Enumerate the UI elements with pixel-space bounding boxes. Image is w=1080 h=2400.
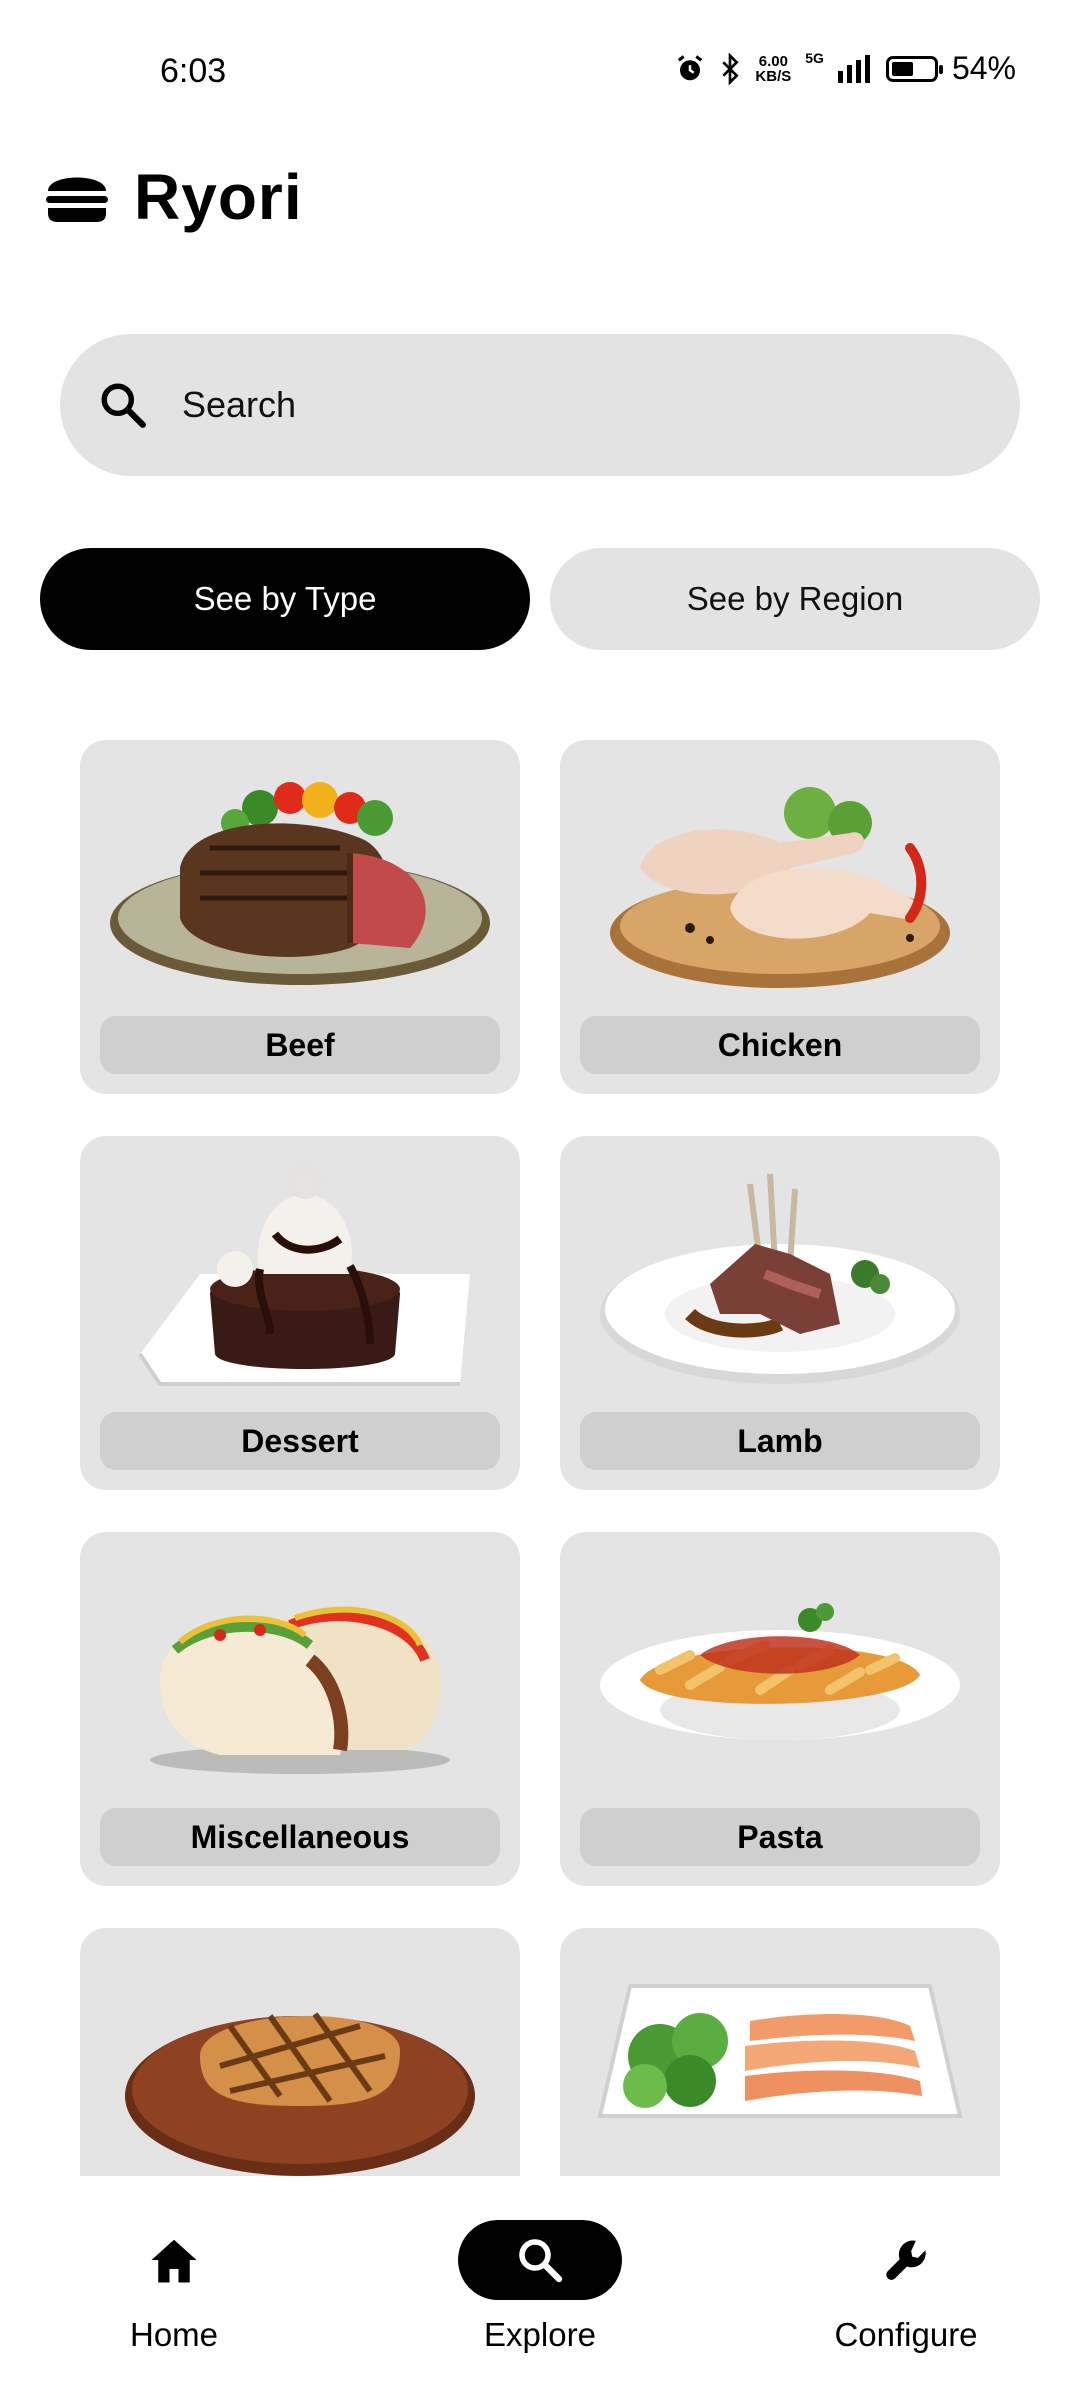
pasta-image bbox=[600, 1603, 960, 1740]
category-grid: Beef Chicken Dessert Lamb Miscellaneous … bbox=[80, 740, 1000, 2176]
category-card-lamb[interactable]: Lamb bbox=[560, 1136, 1000, 1490]
search-bar[interactable] bbox=[60, 334, 1020, 476]
nav-home-label: Home bbox=[129, 2316, 219, 2353]
nav-configure-label: Configure bbox=[834, 2316, 978, 2353]
app-title: Ryori bbox=[134, 161, 303, 233]
category-label: Miscellaneous bbox=[100, 1808, 500, 1866]
category-card-miscellaneous[interactable]: Miscellaneous bbox=[80, 1532, 520, 1886]
nav-configure[interactable]: Configure bbox=[786, 2220, 1026, 2354]
tacos-image bbox=[150, 1606, 450, 1774]
see-by-region-button[interactable]: See by Region bbox=[550, 548, 1040, 650]
salmon-salad-image bbox=[597, 1984, 963, 2118]
category-card-chicken[interactable]: Chicken bbox=[560, 740, 1000, 1094]
status-icons: 6.00 KB/S 5G 54% bbox=[675, 50, 1016, 87]
battery-icon bbox=[885, 55, 943, 82]
burger-icon bbox=[46, 177, 108, 222]
app-header: Ryori bbox=[44, 160, 303, 234]
nav-explore-label: Explore bbox=[484, 2316, 596, 2353]
dessert-image bbox=[138, 1165, 470, 1386]
nav-home-pill bbox=[92, 2220, 256, 2300]
category-label: Pasta bbox=[580, 1808, 980, 1866]
chicken-image bbox=[610, 787, 950, 988]
pork-chop-image bbox=[125, 2012, 475, 2176]
network-speed-value: 6.00 bbox=[758, 52, 788, 70]
category-card-pork[interactable] bbox=[80, 1928, 520, 2176]
home-icon bbox=[151, 2239, 197, 2283]
network-speed-unit: KB/S bbox=[755, 67, 792, 85]
bluetooth-icon bbox=[722, 52, 739, 85]
nav-explore-pill bbox=[458, 2220, 622, 2300]
category-card-dessert[interactable]: Dessert bbox=[80, 1136, 520, 1490]
category-label: Beef bbox=[100, 1016, 500, 1074]
wrench-icon bbox=[886, 2240, 926, 2280]
category-label: Lamb bbox=[580, 1412, 980, 1470]
search-icon bbox=[101, 383, 146, 428]
nav-configure-pill bbox=[824, 2220, 988, 2300]
search-icon bbox=[519, 2239, 563, 2283]
category-card-beef[interactable]: Beef bbox=[80, 740, 520, 1094]
network-type: 5G bbox=[805, 50, 824, 66]
steak-image bbox=[110, 782, 490, 985]
lamb-image bbox=[600, 1173, 960, 1384]
see-by-type-button[interactable]: See by Type bbox=[40, 548, 530, 650]
nav-home[interactable]: Home bbox=[54, 2220, 294, 2354]
battery-percent: 54% bbox=[951, 50, 1016, 86]
alarm-icon bbox=[678, 54, 703, 80]
nav-explore[interactable]: Explore bbox=[420, 2220, 660, 2354]
status-time: 6:03 bbox=[160, 52, 227, 90]
search-input[interactable] bbox=[180, 383, 944, 427]
category-card-pasta[interactable]: Pasta bbox=[560, 1532, 1000, 1886]
status-bar: 6:03 6.00 KB/S 5G 54% bbox=[0, 0, 1080, 120]
bottom-nav: Home Explore Configure bbox=[0, 2176, 1080, 2400]
signal-icon bbox=[837, 54, 870, 83]
category-card-seafood[interactable] bbox=[560, 1928, 1000, 2176]
category-label: Chicken bbox=[580, 1016, 980, 1074]
category-label: Dessert bbox=[100, 1412, 500, 1470]
network-speed: 6.00 KB/S bbox=[755, 54, 791, 84]
